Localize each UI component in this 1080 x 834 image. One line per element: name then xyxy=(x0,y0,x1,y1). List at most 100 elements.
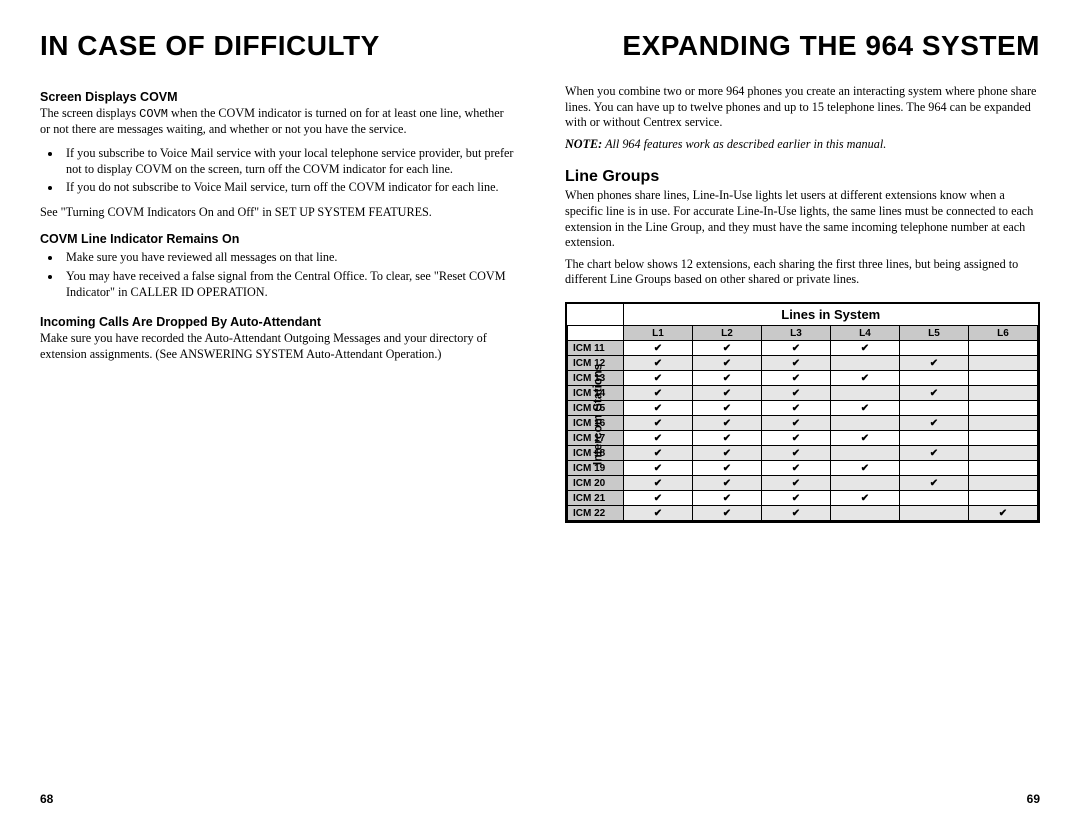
col-header: L6 xyxy=(968,326,1037,341)
table-cell: ✔ xyxy=(624,461,693,476)
note: NOTE: All 964 features work as described… xyxy=(565,137,1040,153)
table-cell xyxy=(899,506,968,521)
table-cell: ✔ xyxy=(830,461,899,476)
table-cell: ✔ xyxy=(624,341,693,356)
note-label: NOTE: xyxy=(565,137,602,151)
table-cell xyxy=(899,371,968,386)
check-icon: ✔ xyxy=(861,403,869,414)
table-side-label: Intercom Stations xyxy=(591,363,605,464)
table-cell: ✔ xyxy=(624,371,693,386)
col-header: L2 xyxy=(692,326,761,341)
table-cell: ✔ xyxy=(830,431,899,446)
table-cell xyxy=(968,476,1037,491)
check-icon: ✔ xyxy=(723,508,731,519)
check-icon: ✔ xyxy=(930,418,938,429)
table-cell xyxy=(968,356,1037,371)
check-icon: ✔ xyxy=(792,343,800,354)
text: The screen displays xyxy=(40,106,139,120)
table-cell xyxy=(968,371,1037,386)
check-icon: ✔ xyxy=(654,403,662,414)
table-cell: ✔ xyxy=(761,446,830,461)
check-icon: ✔ xyxy=(792,418,800,429)
table-cell: ✔ xyxy=(624,476,693,491)
check-icon: ✔ xyxy=(654,463,662,474)
check-icon: ✔ xyxy=(792,373,800,384)
left-page-title: IN CASE OF DIFFICULTY xyxy=(40,30,515,62)
table-cell xyxy=(899,461,968,476)
para: When phones share lines, Line-In-Use lig… xyxy=(565,188,1040,250)
row-header: ICM 21 xyxy=(568,491,624,506)
check-icon: ✔ xyxy=(861,493,869,504)
check-icon: ✔ xyxy=(792,508,800,519)
table-cell: ✔ xyxy=(899,356,968,371)
table-cell: ✔ xyxy=(899,446,968,461)
table-cell: ✔ xyxy=(899,416,968,431)
check-icon: ✔ xyxy=(999,508,1007,519)
table-cell xyxy=(830,476,899,491)
table-cell: ✔ xyxy=(968,506,1037,521)
check-icon: ✔ xyxy=(654,433,662,444)
left-page: IN CASE OF DIFFICULTY Screen Displays CO… xyxy=(40,30,515,794)
check-icon: ✔ xyxy=(723,463,731,474)
check-icon: ✔ xyxy=(861,463,869,474)
check-icon: ✔ xyxy=(792,478,800,489)
subhead-covm-remains: COVM Line Indicator Remains On xyxy=(40,232,515,246)
check-icon: ✔ xyxy=(861,373,869,384)
section-line-groups: Line Groups xyxy=(565,168,1040,186)
table-cell: ✔ xyxy=(692,386,761,401)
table-cell: ✔ xyxy=(830,491,899,506)
check-icon: ✔ xyxy=(723,388,731,399)
table-cell: ✔ xyxy=(761,386,830,401)
table-cell: ✔ xyxy=(692,401,761,416)
check-icon: ✔ xyxy=(723,403,731,414)
table-cell: ✔ xyxy=(692,446,761,461)
table-cell: ✔ xyxy=(692,416,761,431)
table-cell xyxy=(968,461,1037,476)
table-cell: ✔ xyxy=(761,506,830,521)
page-number-right: 69 xyxy=(1027,792,1040,806)
bullet: Make sure you have reviewed all messages… xyxy=(62,250,515,266)
table-cell: ✔ xyxy=(624,356,693,371)
check-icon: ✔ xyxy=(723,373,731,384)
check-icon: ✔ xyxy=(654,358,662,369)
table-cell: ✔ xyxy=(624,506,693,521)
para: The screen displays COVM when the COVM i… xyxy=(40,106,515,138)
check-icon: ✔ xyxy=(723,343,731,354)
table-cell xyxy=(830,506,899,521)
check-icon: ✔ xyxy=(723,493,731,504)
table-cell: ✔ xyxy=(761,416,830,431)
table-cell: ✔ xyxy=(761,401,830,416)
bullet-list: If you subscribe to Voice Mail service w… xyxy=(62,146,515,199)
table-cell xyxy=(899,491,968,506)
table-cell: ✔ xyxy=(692,461,761,476)
subhead-auto-attendant: Incoming Calls Are Dropped By Auto-Atten… xyxy=(40,315,515,329)
table-cell: ✔ xyxy=(761,341,830,356)
table-cell: ✔ xyxy=(761,356,830,371)
code-covm: COVM xyxy=(139,107,168,121)
table-cell xyxy=(899,401,968,416)
table-cell: ✔ xyxy=(692,476,761,491)
table-cell xyxy=(899,341,968,356)
check-icon: ✔ xyxy=(723,418,731,429)
check-icon: ✔ xyxy=(792,493,800,504)
table-cell xyxy=(830,386,899,401)
para: When you combine two or more 964 phones … xyxy=(565,84,1040,131)
check-icon: ✔ xyxy=(792,403,800,414)
right-page: EXPANDING THE 964 SYSTEM When you combin… xyxy=(565,30,1040,794)
row-header: ICM 22 xyxy=(568,506,624,521)
table-cell: ✔ xyxy=(830,401,899,416)
table-cell: ✔ xyxy=(830,371,899,386)
check-icon: ✔ xyxy=(792,388,800,399)
table-cell: ✔ xyxy=(830,341,899,356)
table-title: Lines in System xyxy=(624,304,1038,326)
table-cell xyxy=(899,431,968,446)
table-cell: ✔ xyxy=(624,401,693,416)
table-cell: ✔ xyxy=(692,431,761,446)
note-text: All 964 features work as described earli… xyxy=(602,137,886,151)
table-cell xyxy=(968,431,1037,446)
col-header: L3 xyxy=(761,326,830,341)
table-cell: ✔ xyxy=(692,356,761,371)
table-cell xyxy=(968,416,1037,431)
table-cell xyxy=(968,401,1037,416)
check-icon: ✔ xyxy=(792,358,800,369)
